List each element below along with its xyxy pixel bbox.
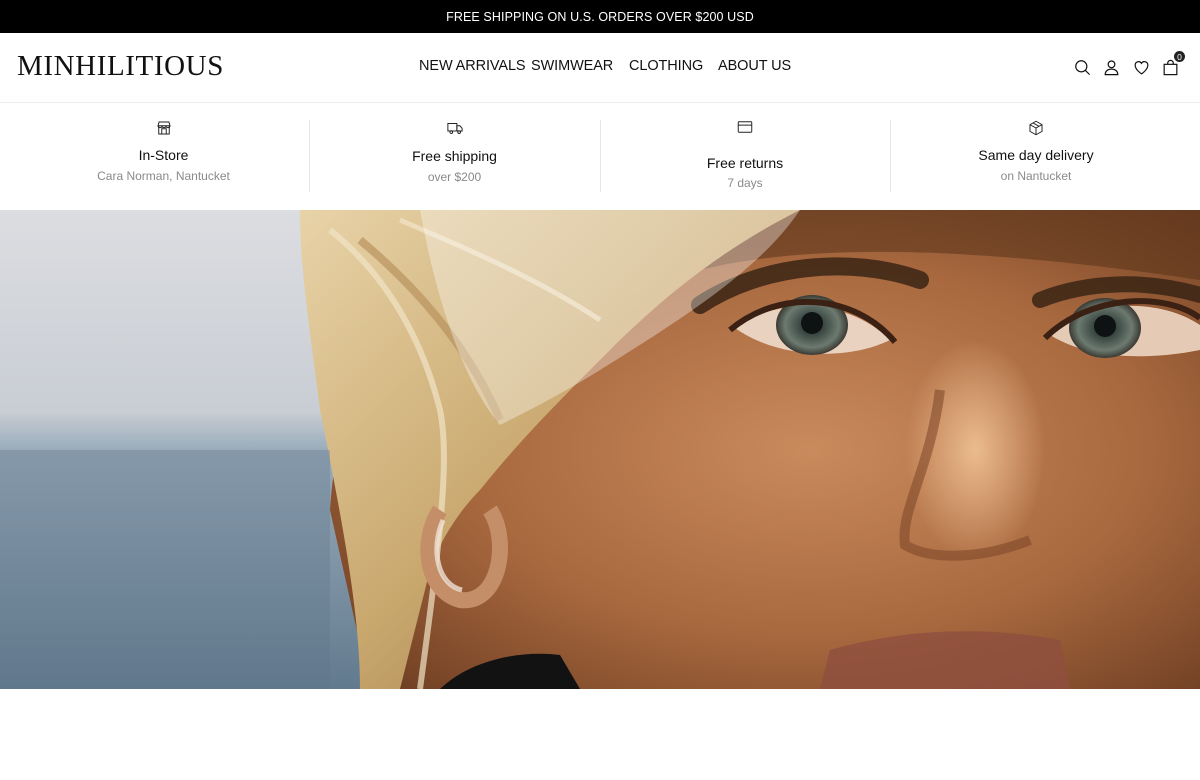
- site-header: MINHILITIOUS NEW ARRIVALS SWIMWEAR CLOTH…: [0, 33, 1200, 103]
- account-icon[interactable]: [1099, 55, 1123, 79]
- feature-subtitle: on Nantucket: [1000, 169, 1072, 183]
- nav-clothing[interactable]: CLOTHING: [629, 58, 703, 74]
- nav-new-arrivals[interactable]: NEW ARRIVALS: [419, 58, 526, 74]
- feature-title: Free shipping: [412, 148, 497, 164]
- truck-icon: [445, 118, 465, 138]
- feature-subtitle: 7 days: [727, 176, 763, 190]
- features-strip: In-Store Cara Norman, Nantucket Free shi…: [0, 104, 1200, 210]
- main-nav: NEW ARRIVALS SWIMWEAR CLOTHING ABOUT US: [0, 58, 1200, 78]
- store-icon: [154, 118, 174, 138]
- feature-title: Free returns: [706, 155, 784, 171]
- feature-free-shipping: Free shipping over $200: [309, 104, 600, 210]
- feature-title: In-Store: [138, 147, 189, 163]
- nav-swimwear[interactable]: SWIMWEAR: [531, 58, 613, 74]
- nav-about-us[interactable]: ABOUT US: [718, 58, 791, 74]
- cart-count-badge: 0: [1173, 50, 1186, 63]
- cart-bag-icon[interactable]: 0: [1158, 50, 1186, 79]
- header-icons: 0: [1070, 50, 1186, 79]
- search-icon[interactable]: [1070, 55, 1094, 79]
- feature-free-returns: Free returns 7 days: [600, 104, 890, 210]
- below-hero-area: [0, 689, 1200, 780]
- hero-illustration: [0, 210, 1200, 689]
- feature-in-store: In-Store Cara Norman, Nantucket: [18, 104, 309, 210]
- feature-title: Same day delivery: [978, 147, 1094, 163]
- wishlist-heart-icon[interactable]: [1129, 55, 1153, 79]
- feature-same-day-delivery: Same day delivery on Nantucket: [890, 104, 1182, 210]
- feature-subtitle: over $200: [427, 170, 482, 184]
- card-icon: [735, 117, 755, 137]
- announcement-bar: FREE SHIPPING ON U.S. ORDERS OVER $200 U…: [0, 0, 1200, 33]
- box-icon: [1026, 118, 1046, 138]
- announcement-text: FREE SHIPPING ON U.S. ORDERS OVER $200 U…: [446, 9, 754, 24]
- feature-subtitle: Cara Norman, Nantucket: [97, 169, 230, 183]
- hero-image[interactable]: [0, 210, 1200, 689]
